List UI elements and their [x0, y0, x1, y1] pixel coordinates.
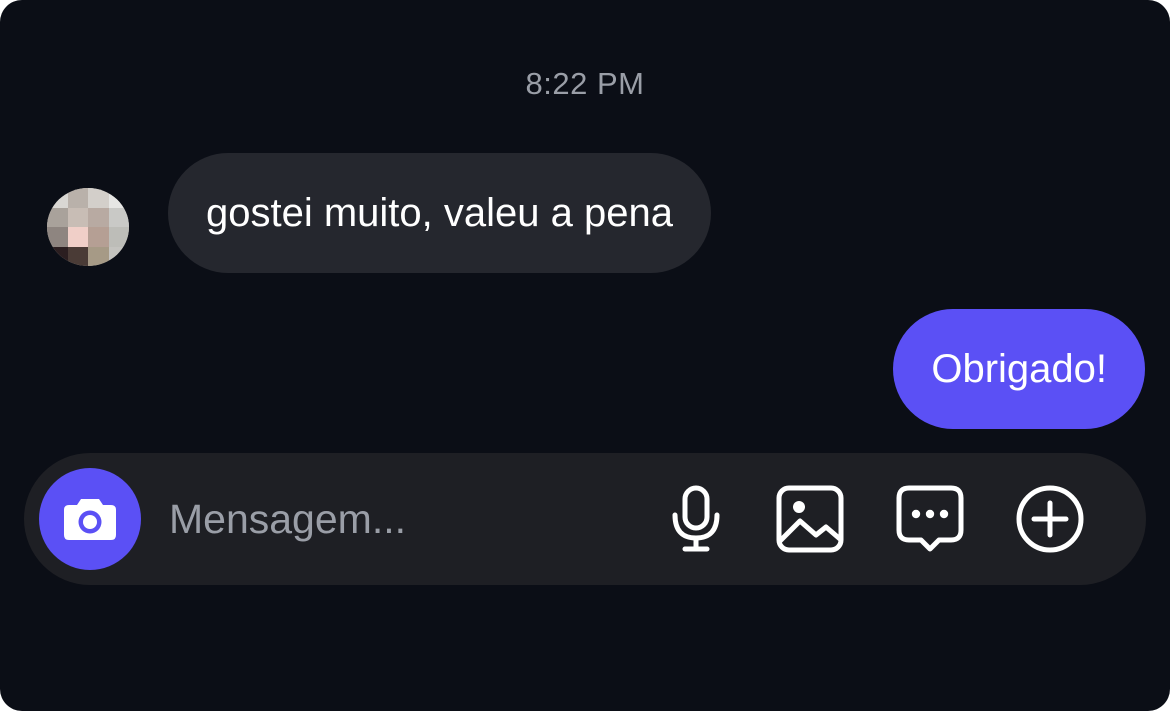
add-circle-icon	[1016, 485, 1084, 553]
sticker-button[interactable]	[894, 483, 966, 555]
gallery-button[interactable]	[774, 483, 846, 555]
camera-icon	[64, 499, 116, 540]
microphone-button[interactable]	[660, 483, 732, 555]
add-button[interactable]	[1014, 483, 1086, 555]
contact-avatar[interactable]	[47, 188, 129, 266]
incoming-message-text: gostei muito, valeu a pena	[206, 190, 673, 235]
camera-button[interactable]	[39, 468, 141, 570]
sticker-chat-icon	[896, 485, 964, 552]
image-icon	[776, 485, 844, 553]
outgoing-message-text: Obrigado!	[931, 346, 1107, 391]
message-input[interactable]	[169, 491, 609, 547]
microphone-icon	[672, 485, 720, 552]
outgoing-message-bubble[interactable]: Obrigado!	[893, 309, 1145, 429]
chat-screen: 8:22 PM gostei muito, valeu a pena Obrig…	[0, 0, 1170, 711]
message-timestamp: 8:22 PM	[525, 66, 645, 101]
message-composer	[24, 453, 1146, 585]
incoming-message-bubble[interactable]: gostei muito, valeu a pena	[168, 153, 711, 273]
